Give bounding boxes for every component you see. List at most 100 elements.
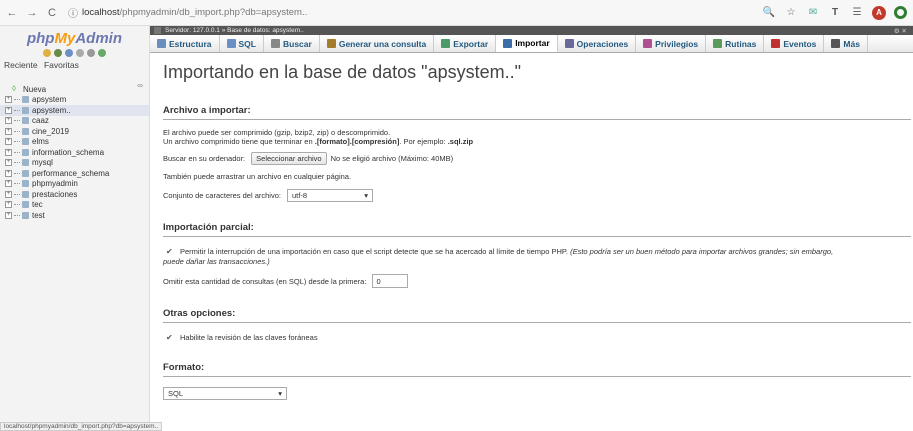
expand-icon[interactable]: + [5, 138, 12, 146]
link-icon[interactable]: ∞ [137, 81, 143, 90]
star-icon[interactable]: ☆ [784, 6, 798, 20]
page-title: Importando en la base de datos "apsystem… [163, 62, 521, 82]
extension-icon[interactable]: ✉ [806, 6, 820, 20]
tree-item-db[interactable]: + performance_schema [0, 168, 149, 179]
tree-connector [14, 183, 20, 185]
expand-icon[interactable]: + [5, 148, 12, 156]
tab-rutinas[interactable]: Rutinas [706, 35, 765, 52]
compression-format-text: Un archivo comprimido tiene que terminar… [163, 137, 474, 146]
tab-icon [643, 39, 653, 48]
settings-icon[interactable] [87, 49, 95, 57]
tree-connector [14, 141, 20, 143]
reload-icon[interactable]: C [44, 5, 60, 21]
choose-file-button[interactable]: Seleccionar archivo [251, 152, 327, 165]
expand-icon[interactable]: + [5, 201, 12, 209]
expand-icon[interactable]: + [5, 180, 12, 188]
reload-nav-icon[interactable] [98, 49, 106, 57]
tab-m-s[interactable]: Más [824, 35, 868, 52]
tree-item-db[interactable]: + apsystem [0, 95, 149, 106]
tree-item-db[interactable]: + phpmyadmin [0, 179, 149, 190]
info-icon[interactable]: ⓘ [68, 5, 78, 20]
tree-item-label: mysql [32, 158, 53, 168]
expand-icon[interactable]: + [5, 96, 12, 104]
extension-ring-icon[interactable] [894, 6, 907, 19]
tab-icon [771, 39, 781, 48]
home-icon[interactable] [43, 49, 51, 57]
skip-queries-input[interactable]: 0 [372, 274, 409, 288]
tab-icon [713, 39, 723, 48]
translate-icon[interactable]: T [828, 6, 842, 20]
docs-icon[interactable] [76, 49, 84, 57]
profile-avatar[interactable]: A [872, 5, 886, 20]
tree-item-label: performance_schema [32, 168, 110, 178]
database-icon [22, 190, 29, 198]
help-icon[interactable] [65, 49, 73, 57]
expand-icon[interactable]: + [5, 159, 12, 167]
expand-icon[interactable]: + [5, 117, 12, 125]
settings-close-icon[interactable]: ⚙ ✕ [894, 27, 907, 35]
tab-generar-una-consulta[interactable]: Generar una consulta [320, 35, 435, 52]
tab-label: Estructura [169, 38, 212, 49]
fk-checkbox[interactable]: ✔ [166, 334, 174, 342]
tree-item-label: apsystem.. [32, 105, 71, 115]
tab-privilegios[interactable]: Privilegios [636, 35, 707, 52]
allow-interrupt-note: (Esto podría ser un buen método para imp… [570, 247, 834, 256]
tab-exportar[interactable]: Exportar [434, 35, 497, 52]
tree-item-db[interactable]: + cine_2019 [0, 126, 149, 137]
tree-item-db[interactable]: + caaz [0, 116, 149, 127]
tree-connector [14, 204, 20, 206]
tab-label: Operaciones [576, 38, 629, 49]
allow-interrupt-label[interactable]: Permitir la interrupción de una importac… [180, 247, 568, 256]
forward-icon[interactable]: → [24, 5, 40, 21]
tree-item-db[interactable]: + test [0, 210, 149, 221]
tree-item-db[interactable]: + prestaciones [0, 189, 149, 200]
breadcrumb: Servidor: 127.0.0.1 » Base de datos: aps… [150, 26, 913, 35]
fk-row: ✔ Habilite la revisión de las claves forá… [163, 333, 911, 342]
collapse-icon[interactable] [154, 27, 161, 34]
tree-connector [14, 130, 20, 132]
back-icon[interactable]: ← [4, 5, 20, 21]
zoom-icon[interactable]: 🔍 [762, 6, 776, 20]
tab-importar[interactable]: Importar [496, 35, 558, 52]
expand-icon[interactable]: + [5, 106, 12, 114]
tab-eventos[interactable]: Eventos [764, 35, 825, 52]
fk-label[interactable]: Habilite la revisión de las claves forán… [180, 333, 318, 342]
tree-item-label: tec [32, 200, 43, 210]
tree-item-db[interactable]: + apsystem.. [0, 105, 149, 116]
address-bar[interactable]: ⓘ localhost/phpmyadmin/db_import.php?db=… [68, 4, 708, 22]
tree-item-db[interactable]: + elms [0, 137, 149, 148]
tab-estructura[interactable]: Estructura [150, 35, 220, 52]
tab-buscar[interactable]: Buscar [264, 35, 320, 52]
format-select[interactable]: SQL ▾ [163, 387, 287, 400]
expand-icon[interactable]: + [5, 127, 12, 135]
logout-icon[interactable] [54, 49, 62, 57]
expand-icon[interactable]: + [5, 190, 12, 198]
tree-item-db[interactable]: + information_schema [0, 147, 149, 158]
tree-item-label: apsystem [32, 95, 67, 105]
file-section-legend: Archivo a importar: [163, 105, 911, 120]
tree-item-new[interactable]: ◊ Nueva [0, 84, 149, 95]
database-icon [22, 96, 29, 104]
expand-icon[interactable]: + [5, 169, 12, 177]
allow-interrupt-checkbox[interactable]: ✔ [166, 248, 174, 256]
tab-label: Importar [515, 38, 550, 48]
phpmyadmin-logo[interactable]: phpMyAdmin [0, 30, 149, 47]
tree-item-db[interactable]: + mysql [0, 158, 149, 169]
tree-item-db[interactable]: + tec [0, 200, 149, 211]
database-icon [22, 180, 29, 188]
expand-icon[interactable]: + [5, 211, 12, 219]
breadcrumb-text[interactable]: Servidor: 127.0.0.1 » Base de datos: aps… [165, 27, 304, 34]
tab-icon [503, 38, 513, 48]
tab-operaciones[interactable]: Operaciones [558, 35, 637, 52]
recent-tab[interactable]: Reciente [4, 60, 38, 70]
tab-sql[interactable]: SQL [220, 35, 264, 52]
tree-connector [14, 162, 20, 164]
charset-select[interactable]: utf-8 ▾ [286, 189, 373, 202]
top-menu: Estructura SQL Buscar Generar una consulta E… [150, 35, 913, 53]
menu-icon[interactable]: ☰ [850, 6, 864, 20]
compression-text: El archivo puede ser comprimido (gzip, b… [163, 128, 391, 137]
browser-toolbar: ← → C ⓘ localhost/phpmyadmin/db_import.p… [0, 0, 913, 26]
chevron-down-icon: ▾ [278, 389, 282, 398]
favorites-tab[interactable]: Favoritas [44, 60, 79, 70]
drag-text: También puede arrastrar un archivo en cu… [163, 172, 352, 181]
